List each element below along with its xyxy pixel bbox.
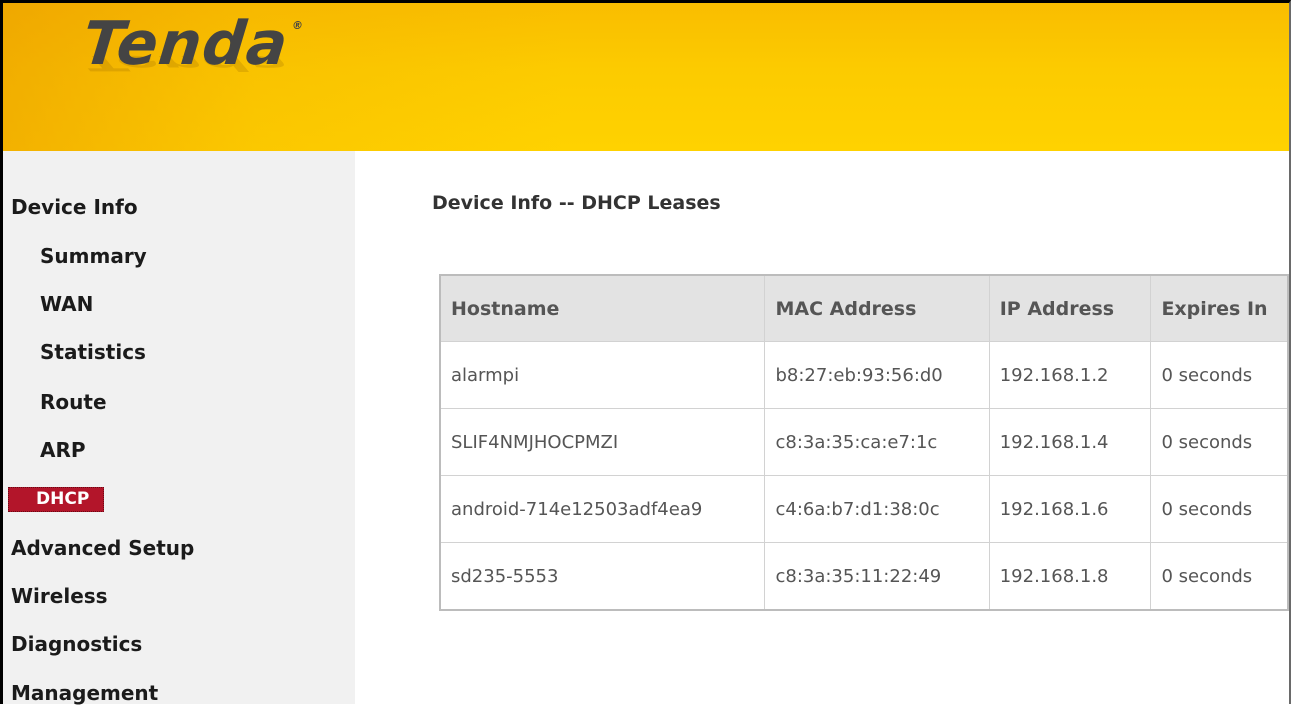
hostname-cell: android-714e12503adf4ea9 (439, 475, 766, 543)
column-header-hostname: Hostname (439, 274, 766, 342)
expires-in-cell: 0 seconds (1150, 542, 1289, 611)
mac-address-cell: b8:27:eb:93:56:d0 (764, 341, 990, 409)
mac-address-cell: c8:3a:35:ca:e7:1c (764, 408, 990, 476)
table-row: SLIF4NMJHOCPMZI c8:3a:35:ca:e7:1c 192.16… (439, 408, 1289, 476)
registered-mark: ® (291, 19, 305, 32)
header-banner: Tenda Tenda® (3, 3, 1289, 151)
page-title: Device Info -- DHCP Leases (432, 192, 721, 214)
ip-address-cell: 192.168.1.4 (988, 408, 1152, 476)
tenda-logo[interactable]: Tenda® (79, 9, 305, 79)
sidebar-item-advanced-setup[interactable]: Advanced Setup (11, 536, 194, 560)
dhcp-leases-table: Hostname MAC Address IP Address Expires … (439, 274, 1289, 611)
sidebar-nav: Device Info Summary WAN Statistics Route… (3, 151, 355, 705)
table-header-row: Hostname MAC Address IP Address Expires … (439, 274, 1289, 342)
sidebar-item-wan[interactable]: WAN (40, 292, 93, 316)
hostname-cell: sd235-5553 (439, 542, 766, 611)
logo-text: Tenda (79, 9, 292, 79)
ip-address-cell: 192.168.1.2 (988, 341, 1152, 409)
column-header-expires-in: Expires In (1150, 274, 1289, 342)
sidebar-item-management[interactable]: Management (11, 681, 158, 705)
table-row: sd235-5553 c8:3a:35:11:22:49 192.168.1.8… (439, 542, 1289, 611)
expires-in-cell: 0 seconds (1150, 475, 1289, 543)
main-content: Device Info -- DHCP Leases Hostname MAC … (355, 151, 1289, 704)
sidebar-item-diagnostics[interactable]: Diagnostics (11, 632, 142, 656)
sidebar-item-dhcp[interactable]: DHCP (8, 487, 105, 512)
expires-in-cell: 0 seconds (1150, 341, 1289, 409)
sidebar-item-arp[interactable]: ARP (40, 438, 86, 462)
ip-address-cell: 192.168.1.8 (988, 542, 1152, 611)
hostname-cell: alarmpi (439, 341, 766, 409)
sidebar-item-statistics[interactable]: Statistics (40, 340, 146, 364)
mac-address-cell: c8:3a:35:11:22:49 (764, 542, 990, 611)
mac-address-cell: c4:6a:b7:d1:38:0c (764, 475, 990, 543)
hostname-cell: SLIF4NMJHOCPMZI (439, 408, 766, 476)
table-row: alarmpi b8:27:eb:93:56:d0 192.168.1.2 0 … (439, 341, 1289, 409)
router-admin-frame: Tenda Tenda® Device Info Summary WAN Sta… (0, 0, 1291, 705)
table-row: android-714e12503adf4ea9 c4:6a:b7:d1:38:… (439, 475, 1289, 543)
sidebar-item-wireless[interactable]: Wireless (11, 584, 108, 608)
sidebar-item-device-info[interactable]: Device Info (11, 195, 138, 219)
column-header-mac-address: MAC Address (764, 274, 990, 342)
sidebar-item-route[interactable]: Route (40, 390, 107, 414)
expires-in-cell: 0 seconds (1150, 408, 1289, 476)
ip-address-cell: 192.168.1.6 (988, 475, 1152, 543)
sidebar-item-summary[interactable]: Summary (40, 244, 147, 268)
column-header-ip-address: IP Address (988, 274, 1152, 342)
